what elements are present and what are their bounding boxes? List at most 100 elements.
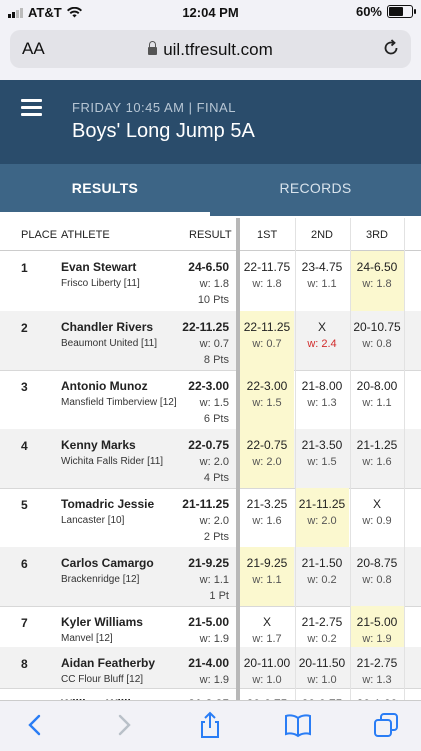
result-mark: 22-0.75	[188, 438, 229, 452]
attempt-wind: w: 2.0	[252, 456, 282, 468]
attempt-mark: 23	[404, 260, 421, 274]
tab-results[interactable]: RESULTS	[0, 180, 210, 196]
attempt-mark: 20-10.75	[353, 320, 401, 334]
attempt-cell: 21-5.00 w: 1.9	[350, 606, 404, 647]
result-mark: 22-3.00	[188, 379, 229, 393]
attempt-wind: w: 1.6	[252, 515, 282, 527]
forward-icon[interactable]	[109, 711, 137, 739]
tab-records[interactable]: RECORDS	[210, 180, 421, 196]
results-table[interactable]: PLACE ATHLETE RESULT 1ST 2ND 3RD 22-11.7…	[0, 218, 421, 700]
athlete-name[interactable]: Tomadric Jessie	[61, 497, 154, 511]
attempt-cell: 20-11.00 w: 1.0	[240, 647, 294, 688]
table-row[interactable]: 20-11.00 w: 1.0 20-11.50 w: 1.0 21-2.75 …	[0, 647, 421, 689]
table-row[interactable]: 21-3.25 w: 1.6 21-11.25 w: 2.0 X w: 0.9 …	[0, 488, 421, 548]
event-title: Boys' Long Jump 5A	[72, 120, 255, 142]
event-header: FRIDAY 10:45 AM | FINAL Boys' Long Jump …	[0, 80, 421, 164]
result-mark: 21-5.00	[188, 615, 229, 629]
athlete-name[interactable]: Kyler Williams	[61, 615, 143, 629]
reload-icon[interactable]	[381, 38, 401, 58]
table-row[interactable]: 22-3.00 w: 1.5 21-8.00 w: 1.3 20-8.00 w:…	[0, 370, 421, 430]
safari-bottom-toolbar	[0, 700, 421, 751]
result-wind: w: 1.1	[199, 574, 229, 586]
column-separator	[350, 218, 351, 700]
table-row[interactable]: 22-0.75 w: 2.0 21-3.50 w: 1.5 21-1.25 w:…	[0, 429, 421, 489]
attempt-cell: X w: 1.7	[240, 606, 294, 647]
table-row[interactable]: 22-11.75 w: 1.8 23-4.75 w: 1.1 24-6.50 w…	[0, 251, 421, 312]
table-row[interactable]: 21-9.25 w: 1.1 21-1.50 w: 0.2 20-8.75 w:…	[0, 547, 421, 607]
attempt-mark: 21-2.75	[301, 615, 343, 629]
col-attempt-1: 1ST	[257, 229, 278, 241]
attempt-mark: 20-8.75	[356, 556, 398, 570]
battery-icon	[387, 5, 416, 18]
attempt-wind: w: 1.8	[362, 278, 392, 290]
athlete-name[interactable]: Aidan Featherby	[61, 656, 155, 670]
result-mark: 21-11.25	[182, 497, 229, 511]
attempt-mark: 21-1.50	[301, 556, 343, 570]
athlete-team: Manvel [12]	[61, 633, 113, 644]
attempt-mark: 23-4.75	[301, 260, 343, 274]
athlete-team: Frisco Liberty [11]	[61, 278, 140, 289]
share-icon[interactable]	[196, 711, 224, 739]
attempt-wind: w: 0.2	[307, 633, 337, 645]
address-bar[interactable]: AA uil.tfresult.com	[10, 30, 411, 68]
attempt-cell: 20-0.75 w: 2.3	[295, 688, 349, 700]
attempt-cell: 21-8.00 w: 1.3	[295, 370, 349, 429]
attempt-cell: 23 w	[404, 251, 421, 311]
table-row[interactable]: 20-6.75 w: 0.9 20-0.75 w: 2.3 20-1.00 w:…	[0, 688, 421, 700]
back-icon[interactable]	[22, 711, 50, 739]
bookmarks-icon[interactable]	[284, 711, 312, 739]
attempt-cell: 23-4.75 w: 1.1	[295, 251, 349, 311]
attempt-cell: 21 w	[404, 311, 421, 370]
attempt-wind: w: 0.7	[252, 338, 282, 350]
column-separator	[295, 218, 296, 700]
attempt-wind: w	[404, 574, 421, 586]
athlete-name[interactable]: Carlos Camargo	[61, 556, 154, 570]
place: 7	[21, 616, 28, 630]
attempt-wind: w: 1.1	[362, 397, 392, 409]
athlete-team: Wichita Falls Rider [11]	[61, 456, 164, 467]
result-wind: w: 1.9	[199, 633, 229, 645]
table-row[interactable]: 22-11.25 w: 0.7 X w: 2.4 20-10.75 w: 0.8…	[0, 311, 421, 371]
attempt-cell: 21-9.25 w: 1.1	[240, 547, 294, 606]
points: 6 Pts	[203, 413, 229, 425]
attempt-mark: 21-11.25	[298, 497, 346, 511]
attempt-mark: 21-3.25	[246, 497, 288, 511]
col-result: RESULT	[189, 229, 232, 241]
col-attempt-3: 3RD	[366, 229, 389, 241]
attempt-cell: 21-2.75 w: 1.3	[350, 647, 404, 688]
athlete-team: Brackenridge [12]	[61, 574, 140, 585]
battery-status: 60%	[356, 4, 416, 19]
attempt-mark: 21-9.25	[246, 556, 288, 570]
athlete-name[interactable]: Antonio Munoz	[61, 379, 148, 393]
menu-icon[interactable]	[21, 99, 42, 116]
attempt-cell: 19 w	[404, 688, 421, 700]
attempt-cell: 21-3.25 w: 1.6	[240, 488, 294, 547]
frozen-column-divider	[236, 218, 240, 700]
result-mark: 22-11.25	[182, 320, 229, 334]
attempt-mark: X	[317, 320, 326, 334]
attempt-mark: 21-8.00	[301, 379, 343, 393]
attempt-cell: 20-1.00 w: 1.2	[350, 688, 404, 700]
url-display[interactable]: uil.tfresult.com	[10, 40, 411, 60]
attempt-wind: w: 0.2	[307, 574, 337, 586]
attempt-mark: 20-11.50	[298, 656, 346, 670]
attempt-wind: w: 1.0	[307, 674, 337, 686]
athlete-name[interactable]: Evan Stewart	[61, 260, 136, 274]
result-wind: w: 2.0	[199, 456, 229, 468]
table-row[interactable]: X w: 1.7 21-2.75 w: 0.2 21-5.00 w: 1.9 1…	[0, 606, 421, 648]
tabs-icon[interactable]	[372, 711, 400, 739]
athlete-name[interactable]: Chandler Rivers	[61, 320, 153, 334]
attempt-wind: w: 0.8	[362, 338, 392, 350]
place: 5	[21, 498, 28, 512]
attempt-mark: 20	[404, 556, 421, 570]
athlete-name[interactable]: Kenny Marks	[61, 438, 136, 452]
attempt-mark: 18	[404, 615, 421, 629]
attempt-wind: w: 1.9	[362, 633, 392, 645]
attempt-mark: 24-6.50	[356, 260, 398, 274]
attempt-cell: X w: 2.4	[295, 311, 349, 370]
attempt-wind: w	[404, 338, 421, 350]
attempt-wind: w: 1.1	[252, 574, 282, 586]
attempt-mark: 17	[404, 438, 421, 452]
attempt-cell: 21-1.25 w: 1.6	[350, 429, 404, 488]
attempt-cell: 20 w	[404, 488, 421, 547]
